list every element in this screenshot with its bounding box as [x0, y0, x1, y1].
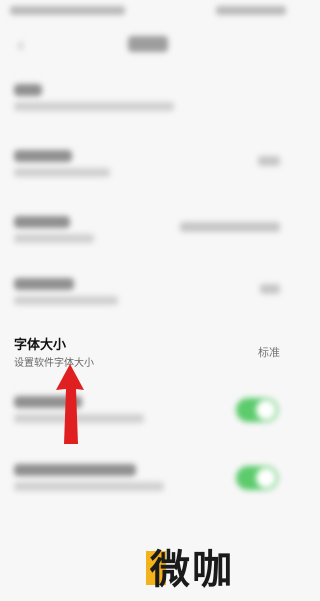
- toggle-row-2-subtitle: [14, 482, 164, 491]
- chevron-left-icon[interactable]: ‹: [18, 36, 32, 54]
- setting-row-4[interactable]: [0, 272, 298, 308]
- setting-row-1[interactable]: [0, 78, 298, 114]
- setting-row-2[interactable]: [0, 144, 298, 180]
- toggle-switch-1[interactable]: [236, 398, 278, 422]
- font-size-title: 字体大小: [14, 337, 67, 352]
- red-arrow-icon: [56, 364, 84, 444]
- font-size-value[interactable]: 标准: [258, 344, 280, 360]
- setting-row-2-title: [14, 150, 72, 162]
- status-bar: [0, 0, 298, 22]
- setting-row-1-title: [14, 84, 42, 96]
- toggle-row-2[interactable]: [0, 462, 298, 502]
- watermark-logo: 微咖: [140, 545, 290, 597]
- setting-row-4-subtitle: [14, 296, 118, 305]
- setting-row-3-value: [180, 222, 280, 232]
- setting-row-2-value: [258, 156, 280, 166]
- toggle-row-1[interactable]: [0, 392, 298, 432]
- setting-row-3[interactable]: [0, 210, 298, 246]
- toggle-row-2-title: [14, 464, 136, 476]
- setting-row-4-title: [14, 278, 74, 290]
- setting-row-3-title: [14, 216, 70, 228]
- font-size-setting-row[interactable]: 字体大小 设置软件字体大小 标准: [0, 330, 298, 374]
- setting-row-4-value: [260, 284, 280, 294]
- setting-row-1-subtitle: [14, 102, 174, 111]
- status-left-info: [10, 6, 125, 15]
- watermark-text: 微咖: [150, 547, 234, 593]
- page-title: [128, 36, 168, 52]
- status-right-info: [216, 6, 286, 15]
- setting-row-2-subtitle: [14, 168, 110, 177]
- header: ‹: [0, 28, 298, 64]
- setting-row-3-subtitle: [14, 234, 94, 243]
- toggle-switch-2[interactable]: [236, 466, 278, 490]
